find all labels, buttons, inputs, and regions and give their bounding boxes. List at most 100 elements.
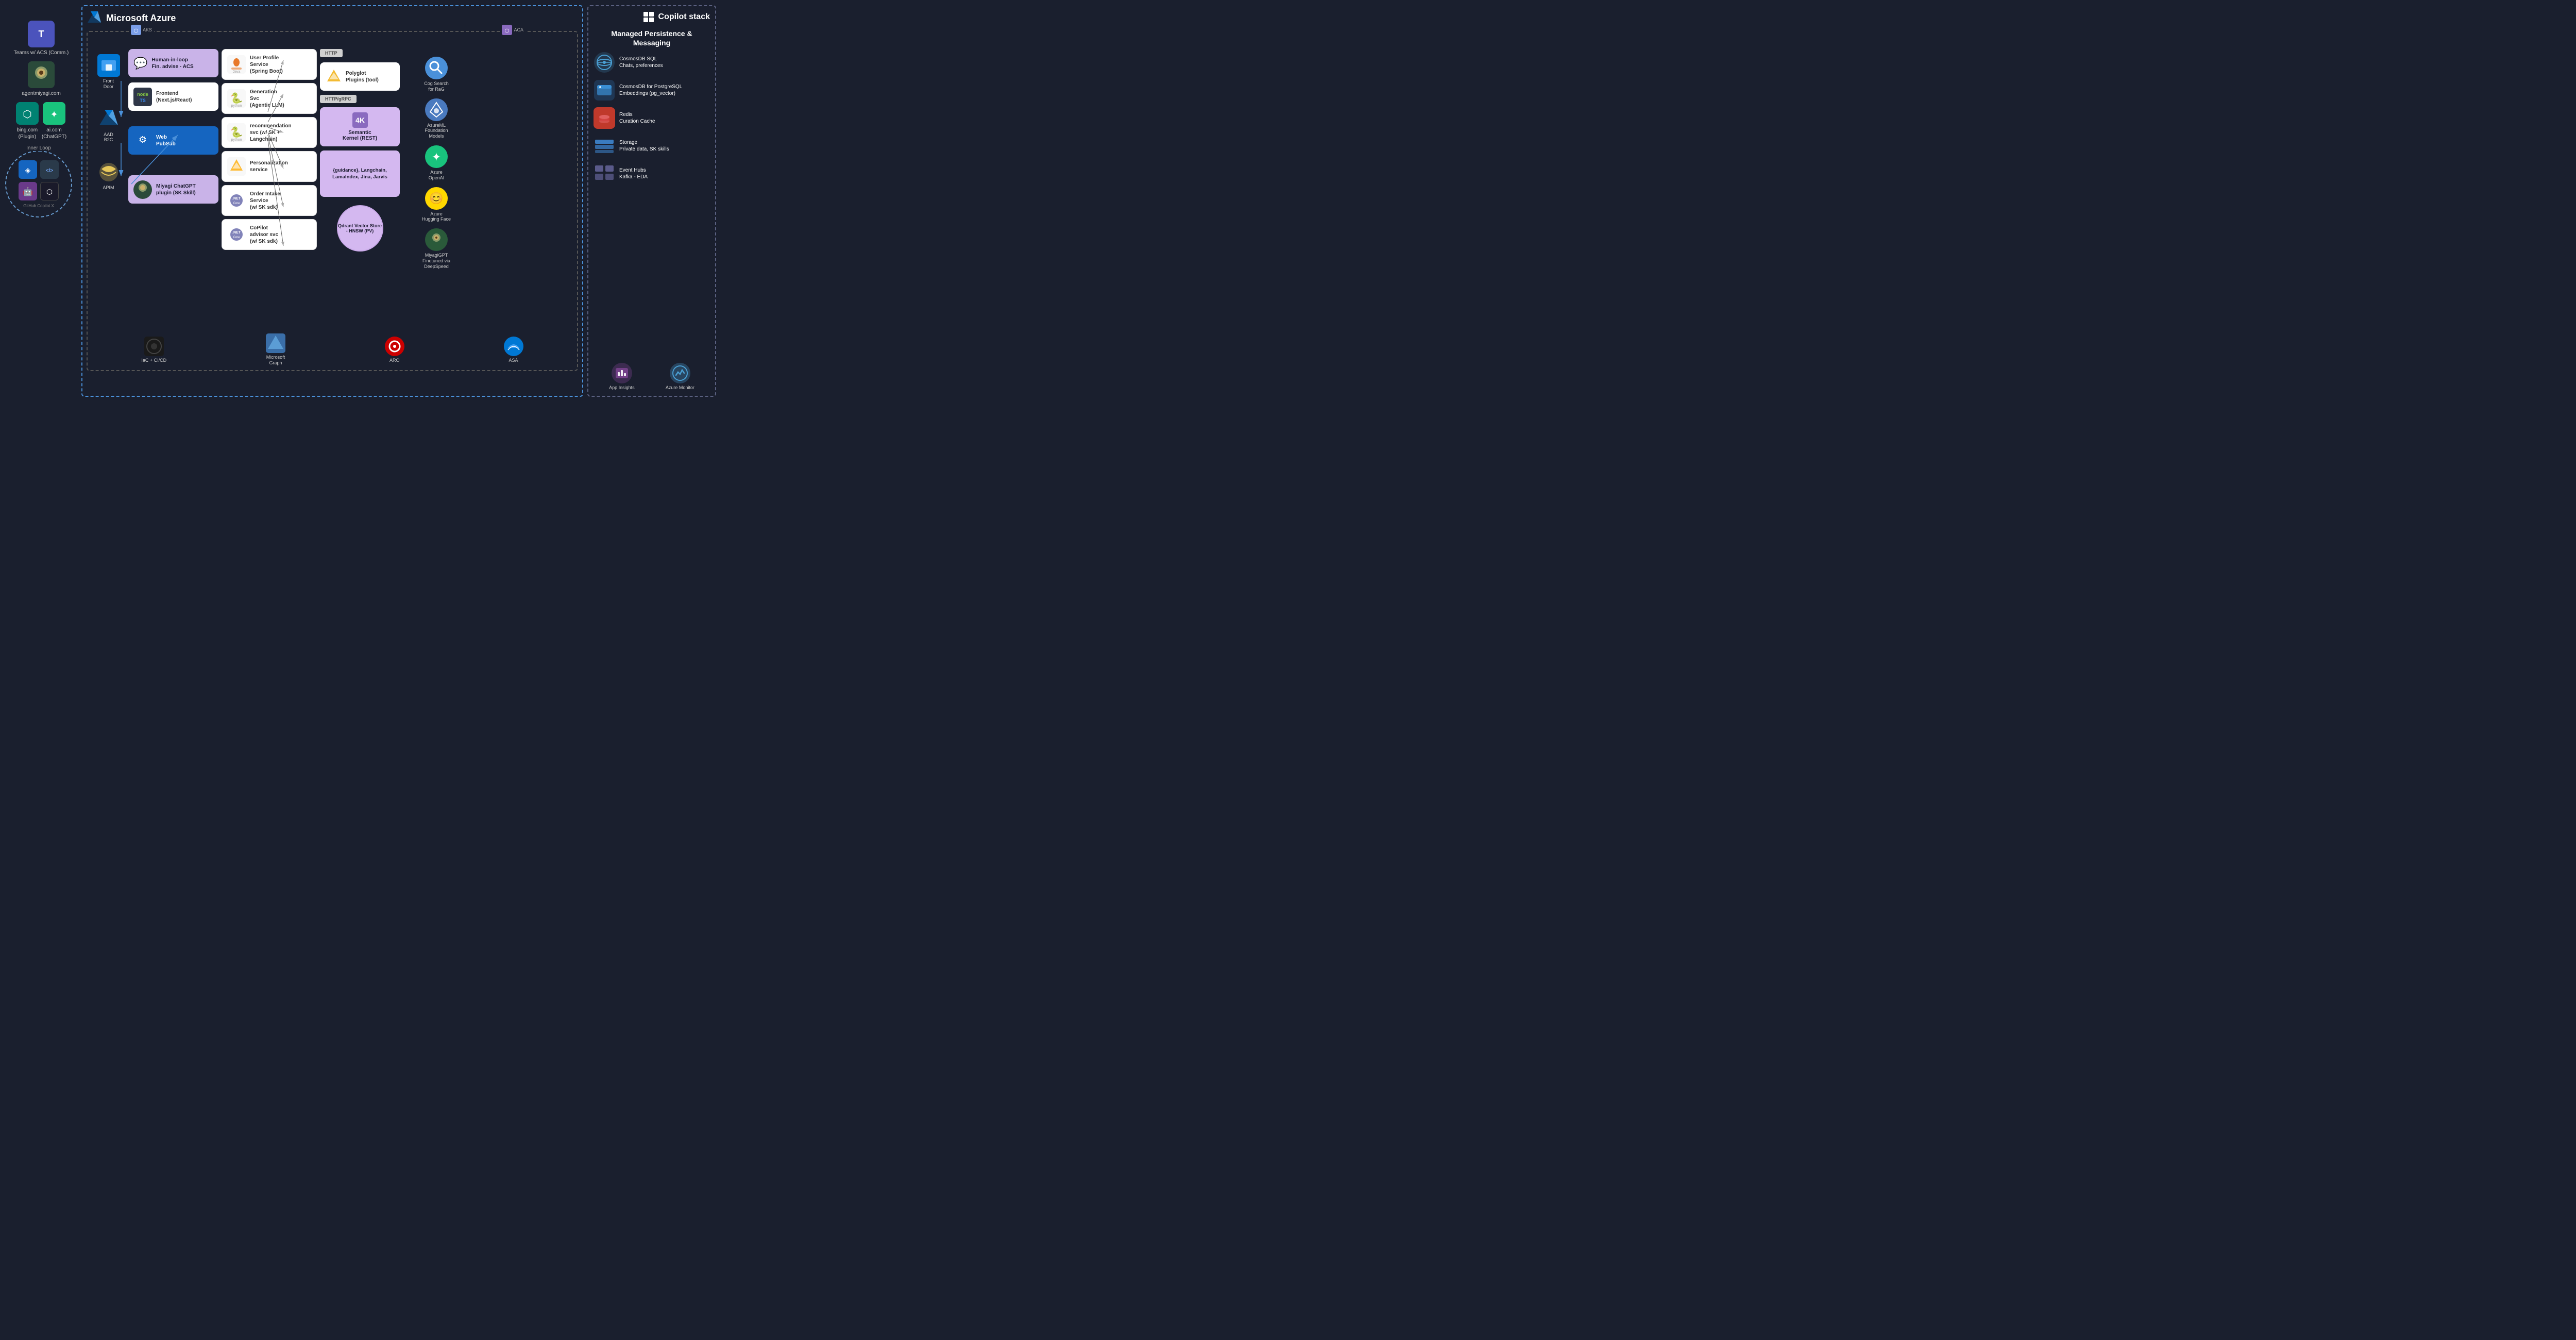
cog-search-label: Cog Searchfor RaG <box>424 81 449 92</box>
sk-icon: 4K <box>352 112 368 128</box>
redis-label: RedisCuration Cache <box>619 111 655 125</box>
client-agentmiyagi: agentmiyagi.com <box>5 61 77 97</box>
copilot-header: Copilot stack <box>594 11 710 23</box>
front-door-node: FrontDoor <box>97 54 120 90</box>
redis-item: RedisCuration Cache <box>594 107 710 129</box>
app-insights-node: App Insights <box>609 363 635 391</box>
cosmosdb-sql-icon <box>594 52 615 73</box>
storage-svg <box>594 138 615 154</box>
semantic-col: HTTP PolyglotPlugins (tool) HTTP/gRPC <box>320 44 400 252</box>
generation-icon: 🐍 python <box>227 89 246 108</box>
qdrant-box: Qdrant Vector Store - HNSW (PV) <box>337 205 383 252</box>
svg-text:4K: 4K <box>355 116 365 124</box>
right-panel: Copilot stack Managed Persistence & Mess… <box>587 5 716 397</box>
azureml-icon <box>425 98 448 121</box>
frontend-label: Frontend(Next.js/React) <box>156 90 192 104</box>
miyagi-plugin-box: Miyagi ChatGPTplugin (SK Skill) <box>128 175 218 204</box>
human-in-loop-box: 💬 Human-in-loopFin. advise - ACS <box>128 49 218 77</box>
azure-header: Microsoft Azure <box>87 10 578 26</box>
app-insights-icon <box>612 363 632 383</box>
azureml-label: AzureMLFoundationModels <box>425 123 448 139</box>
agentmiyagi-label: agentmiyagi.com <box>22 90 61 97</box>
azure-services-col: Cog Searchfor RaG AzureMLFoundationModel… <box>403 44 470 270</box>
recommendation-label: recommendationsvc (w/ SK +Langchain) <box>250 123 292 143</box>
chatgpt-label: ai.com(ChatGPT) <box>42 127 66 140</box>
azure-logo-icon <box>87 10 102 26</box>
azure-monitor-node: Azure Monitor <box>666 363 694 391</box>
personalization-icon <box>227 157 246 176</box>
order-intake-icon: .NET Core <box>227 191 246 210</box>
azure-openai-node: ✦ AzureOpenAI <box>403 145 470 181</box>
aks-node: ⬡ AKS <box>129 25 154 35</box>
storage-icon <box>594 135 615 157</box>
inner-arch: ⬡ AKS ⬡ ACA Fro <box>87 31 578 371</box>
aro-label: ARO <box>389 358 400 363</box>
azure-area: Microsoft Azure ⬡ AKS ⬡ ACA <box>81 5 583 397</box>
recommendation-box: 🐍 python recommendationsvc (w/ SK +Langc… <box>222 117 317 148</box>
middle-services-col: 💬 Human-in-loopFin. advise - ACS node TS… <box>128 44 218 204</box>
teams-label: Teams w/ ACS (Comm.) <box>14 49 69 56</box>
generation-box: 🐍 python GenerationSvc(Agentic LLM) <box>222 83 317 114</box>
svg-text:🐍: 🐍 <box>230 126 243 138</box>
left-panel: T Teams w/ ACS (Comm.) agentmiyagi.com ⬡… <box>5 5 77 397</box>
bing-icon: ⬡ <box>16 102 39 125</box>
svg-text:😊: 😊 <box>429 192 443 205</box>
svg-text:🤖: 🤖 <box>23 187 33 196</box>
svg-text:node: node <box>137 92 148 97</box>
apim-node: APIM <box>97 161 120 191</box>
azure-monitor-label: Azure Monitor <box>666 385 694 391</box>
svg-text:Core: Core <box>233 202 240 205</box>
aro-icon <box>385 337 404 356</box>
copilot-bottom-row: App Insights Azure Monitor <box>594 363 710 391</box>
app-insights-label: App Insights <box>609 385 635 391</box>
inner-loop: Inner Loop ◈ </> 🤖 ⬡ GitHub Copilot X <box>5 150 72 217</box>
personalization-label: Personalizationservice <box>250 160 288 173</box>
aca-label: ACA <box>514 27 523 32</box>
teams-icon: T <box>28 21 55 47</box>
polyglot-label: PolyglotPlugins (tool) <box>346 70 379 83</box>
cosmosdb-sql-item: CosmosDB SQLChats, preferences <box>594 52 710 73</box>
copilot-advisor-icon: .NET Core <box>227 225 246 244</box>
svg-text:T: T <box>39 29 44 39</box>
redis-icon <box>594 107 615 129</box>
web-pubsub-box-wrap: ⚙ WebPubSub <box>128 121 218 155</box>
miyagigpt-label: MiyagiGPTFinetuned viaDeepSpeed <box>422 253 450 269</box>
iac-cicd-node: IaC + CI/CD <box>141 337 166 363</box>
human-in-loop-icon: 💬 <box>133 57 147 70</box>
qdrant-label: Qdrant Vector Store - HNSW (PV) <box>338 223 382 233</box>
bottom-infra-row: IaC + CI/CD MicrosoftGraph <box>92 333 573 366</box>
recommendation-icon: 🐍 python <box>227 123 246 142</box>
svg-text:🐍: 🐍 <box>230 92 243 104</box>
iac-cicd-label: IaC + CI/CD <box>141 358 166 363</box>
order-intake-box: .NET Core Order IntakeService(w/ SK sdk) <box>222 185 317 216</box>
azure-openai-label: AzureOpenAI <box>429 170 445 181</box>
chatgpt-icon: ✦ <box>43 102 65 125</box>
copilot-advisor-box: .NET Core CoPilotadvisor svc(w/ SK sdk) <box>222 219 317 250</box>
main-container: T Teams w/ ACS (Comm.) agentmiyagi.com ⬡… <box>0 0 721 402</box>
aks-label: AKS <box>143 27 152 32</box>
azure-title: Microsoft Azure <box>106 13 176 24</box>
svg-text:</>: </> <box>46 168 54 174</box>
aks-icon: ⬡ <box>131 25 141 35</box>
dev-icon: </> <box>40 160 59 179</box>
storage-item: StoragePrivate data, SK skills <box>594 135 710 157</box>
front-door-label: FrontDoor <box>103 78 114 90</box>
azure-hf-label: AzureHugging Face <box>422 211 451 223</box>
storage-label: StoragePrivate data, SK skills <box>619 139 669 153</box>
svg-text:⬡: ⬡ <box>505 28 510 34</box>
http-grpc-badge: HTTP/gRPC <box>320 95 357 103</box>
azure-monitor-icon <box>670 363 690 383</box>
svg-text:◈: ◈ <box>25 166 31 174</box>
aad-label: AADB2C <box>104 132 113 143</box>
client-bing: ⬡ bing.com(Plugin) <box>16 102 39 140</box>
guidance-box: {guidance}, Langchain, LamaIndex, Jina, … <box>320 150 400 197</box>
web-pubsub-box: ⚙ WebPubSub <box>128 126 218 155</box>
svg-text:.NET: .NET <box>232 231 241 234</box>
event-hubs-svg <box>594 164 615 183</box>
aca-node: ⬡ ACA <box>500 25 526 35</box>
miyagi-plugin-wrap: Miyagi ChatGPTplugin (SK Skill) <box>128 165 218 204</box>
personalization-box: Personalizationservice <box>222 151 317 182</box>
polyglot-box: PolyglotPlugins (tool) <box>320 62 400 91</box>
svg-text:✦: ✦ <box>432 150 441 163</box>
miyagigpt-icon <box>425 228 448 251</box>
